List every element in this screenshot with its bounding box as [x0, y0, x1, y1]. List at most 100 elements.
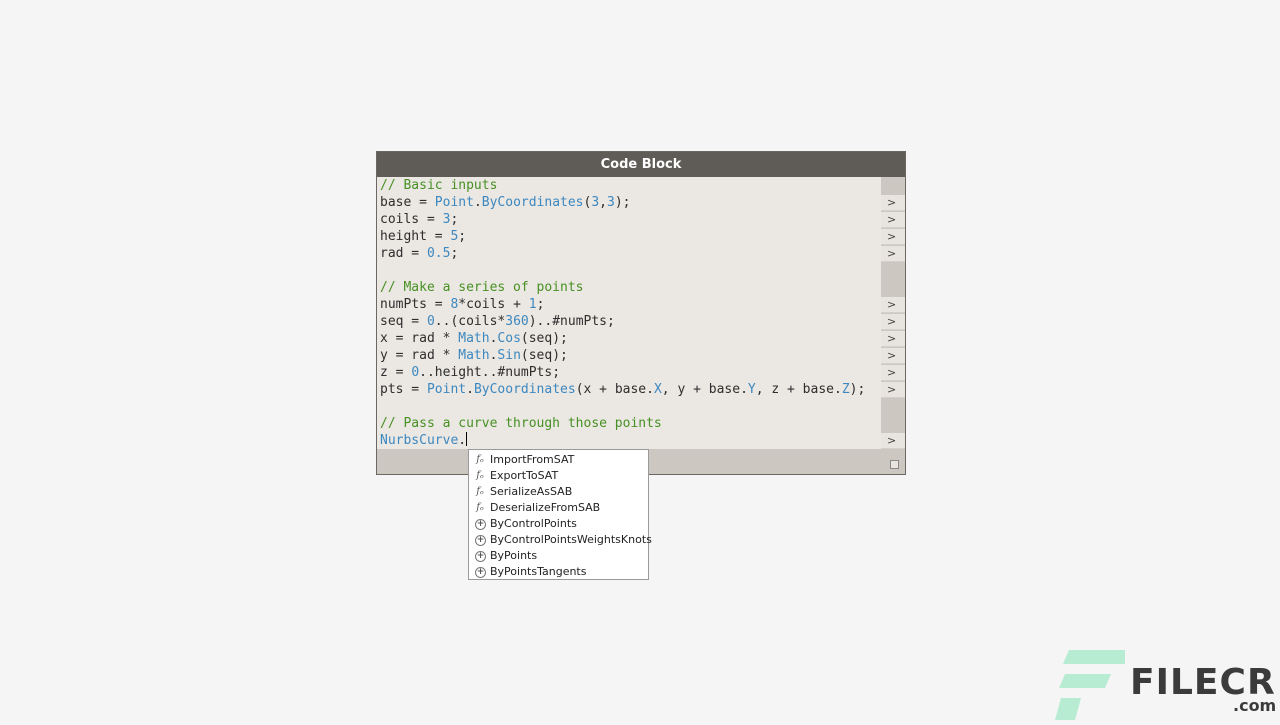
function-icon: fₒ	[476, 502, 484, 513]
code-editor[interactable]: // Basic inputs base = Point.ByCoordinate…	[377, 177, 881, 449]
code-line[interactable]: height = 5;	[380, 228, 466, 245]
code-token: coils =	[380, 212, 443, 227]
output-port[interactable]: >	[881, 297, 905, 313]
output-port[interactable]: >	[881, 195, 905, 211]
code-token: )..#numPts;	[528, 314, 615, 329]
code-line[interactable]: coils = 3;	[380, 211, 458, 228]
code-line[interactable]: // Basic inputs	[380, 177, 497, 194]
autocomplete-item[interactable]: fₒ DeserializeFromSAB	[469, 500, 648, 516]
code-token: Sin	[497, 348, 521, 363]
code-token: 0.5	[426, 246, 451, 261]
autocomplete-item-label: ImportFromSAT	[490, 453, 575, 466]
code-token: 3	[591, 195, 600, 210]
code-token: ;	[450, 246, 459, 261]
node-title[interactable]: Code Block	[377, 152, 905, 177]
code-token: Math	[458, 331, 490, 346]
code-token: Math	[458, 348, 490, 363]
autocomplete-item-label: ByPoints	[490, 549, 538, 562]
function-icon: fₒ	[476, 454, 484, 465]
code-token: ;	[450, 212, 459, 227]
code-token: (seq);	[520, 348, 568, 363]
filecr-watermark: FILECR .com	[1055, 648, 1280, 720]
code-token: NurbsCurve	[380, 433, 459, 448]
code-token: ;	[458, 229, 467, 244]
filecr-logo-icon	[1055, 650, 1135, 720]
code-token: , z + base.	[755, 382, 842, 397]
autocomplete-item-label: ExportToSAT	[490, 469, 559, 482]
code-token: .	[466, 382, 474, 397]
code-token: ,	[599, 195, 607, 210]
code-token: ;	[536, 297, 545, 312]
resize-handle-icon[interactable]	[890, 460, 899, 469]
function-icon: fₒ	[476, 470, 484, 481]
code-line[interactable]: rad = 0.5;	[380, 245, 458, 262]
code-token: 1	[528, 297, 537, 312]
code-line[interactable]: base = Point.ByCoordinates(3,3);	[380, 194, 630, 211]
autocomplete-item[interactable]: + ByPointsTangents	[469, 564, 648, 580]
code-token: 0	[411, 365, 420, 380]
output-ports: > > > > > > > > > > >	[881, 177, 905, 449]
function-icon: fₒ	[476, 486, 484, 497]
code-line[interactable]: y = rad * Math.Sin(seq);	[380, 347, 568, 364]
create-icon: +	[475, 519, 486, 530]
autocomplete-item[interactable]: + ByPoints	[469, 548, 648, 564]
autocomplete-item[interactable]: + ByControlPointsWeightsKnots	[469, 532, 652, 548]
code-line[interactable]: numPts = 8*coils + 1;	[380, 296, 544, 313]
code-token: ..height..#numPts;	[419, 365, 561, 380]
autocomplete-item[interactable]: fₒ SerializeAsSAB	[469, 484, 648, 500]
code-token: Cos	[497, 331, 521, 346]
output-port[interactable]: >	[881, 382, 905, 398]
code-token: Z	[841, 382, 850, 397]
autocomplete-item-label: SerializeAsSAB	[490, 485, 573, 498]
autocomplete-item-label: ByControlPointsWeightsKnots	[490, 533, 652, 546]
output-port[interactable]: >	[881, 331, 905, 347]
code-line[interactable]: // Make a series of points	[380, 279, 584, 296]
code-token: (x + base.	[575, 382, 654, 397]
code-token: ..(coils*	[434, 314, 506, 329]
autocomplete-item[interactable]: + ByControlPoints	[469, 516, 648, 532]
autocomplete-item-label: ByPointsTangents	[490, 565, 587, 578]
output-port[interactable]: >	[881, 365, 905, 381]
code-token: pts =	[380, 382, 427, 397]
code-line[interactable]: seq = 0..(coils*360)..#numPts;	[380, 313, 615, 330]
code-line[interactable]: pts = Point.ByCoordinates(x + base.X, y …	[380, 381, 865, 398]
code-token: 3	[607, 195, 615, 210]
code-token: , y + base.	[661, 382, 748, 397]
code-block-node[interactable]: Code Block // Basic inputs base = Point.B…	[376, 151, 906, 475]
code-token: y = rad *	[380, 348, 459, 363]
code-token: // Pass a curve through those points	[380, 416, 662, 431]
output-port[interactable]: >	[881, 246, 905, 262]
text-caret	[466, 432, 468, 446]
output-port[interactable]: >	[881, 314, 905, 330]
output-port[interactable]: >	[881, 229, 905, 245]
autocomplete-item[interactable]: fₒ ImportFromSAT	[469, 452, 648, 468]
code-token: ByCoordinates	[481, 195, 584, 210]
code-token: Point	[426, 382, 467, 397]
output-port[interactable]: >	[881, 433, 905, 449]
code-token: .	[458, 433, 467, 448]
watermark-suffix: .com	[1233, 696, 1277, 715]
code-line[interactable]: // Pass a curve through those points	[380, 415, 662, 432]
code-token: base =	[380, 195, 435, 210]
code-line[interactable]: NurbsCurve.	[380, 432, 468, 449]
code-token: X	[653, 382, 662, 397]
code-token: height =	[380, 229, 451, 244]
output-port[interactable]: >	[881, 348, 905, 364]
autocomplete-list[interactable]: fₒ ImportFromSAT fₒ ExportToSAT fₒ SerializeA…	[468, 449, 652, 580]
output-port[interactable]: >	[881, 212, 905, 228]
code-token: Y	[747, 382, 756, 397]
code-token: // Basic inputs	[380, 178, 498, 193]
autocomplete-item[interactable]: fₒ ExportToSAT	[469, 468, 648, 484]
create-icon: +	[475, 567, 486, 578]
code-token: seq =	[380, 314, 427, 329]
code-token: numPts =	[380, 297, 451, 312]
code-token: 360	[505, 314, 529, 329]
code-token: // Make a series of points	[380, 280, 584, 295]
code-token: Point	[434, 195, 474, 210]
code-token: x = rad *	[380, 331, 459, 346]
create-icon: +	[475, 535, 486, 546]
code-token: );	[849, 382, 866, 397]
code-token: rad =	[380, 246, 427, 261]
code-line[interactable]: z = 0..height..#numPts;	[380, 364, 560, 381]
code-line[interactable]: x = rad * Math.Cos(seq);	[380, 330, 568, 347]
